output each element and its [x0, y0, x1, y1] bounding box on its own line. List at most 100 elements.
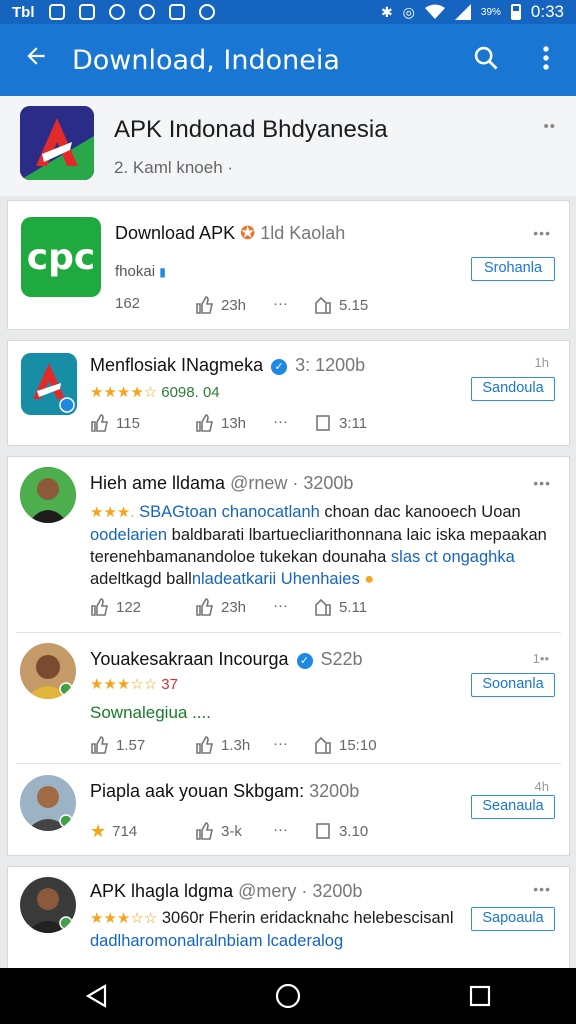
app-bar: Download, Indoneia	[0, 24, 576, 96]
emoji-icon: ●	[364, 570, 375, 588]
edit-notification-icon	[78, 4, 95, 20]
save-action[interactable]: 15:10	[313, 735, 377, 755]
thumbs-up-icon	[196, 414, 213, 432]
nav-recents-button[interactable]	[450, 968, 510, 1024]
location-icon: ◎	[402, 3, 415, 20]
signal-icon	[454, 4, 471, 20]
app-card-download-apk[interactable]: cpc Download APK ✪ 1ld Kaolah ••• fhokai…	[7, 200, 570, 330]
verified-icon: ✓	[271, 359, 288, 375]
header-menu-button[interactable]: ••	[543, 118, 556, 135]
post-time: 4h	[534, 779, 549, 794]
verified-icon: ✓	[296, 653, 313, 669]
notification-icon	[48, 4, 65, 20]
more-action[interactable]: ···	[273, 413, 288, 430]
nav-home-button[interactable]	[258, 968, 318, 1024]
cpc-app-icon: cpc	[21, 217, 101, 297]
more-action[interactable]: ···	[273, 735, 288, 752]
back-button[interactable]	[0, 43, 72, 77]
more-action[interactable]: ···	[273, 821, 288, 838]
apk-logo-icon	[20, 106, 94, 180]
avatar	[20, 877, 76, 933]
post-text: ★★★. SBAGtoan chanocatlanh choan dac kan…	[90, 503, 547, 588]
like-action[interactable]: 1.57	[90, 735, 145, 755]
badge-icon: ✪	[240, 223, 256, 243]
overflow-menu-button[interactable]	[516, 45, 576, 76]
avatar	[20, 775, 76, 831]
like-action[interactable]: ★ 714	[90, 821, 137, 842]
avatar	[20, 467, 76, 523]
card-menu-button[interactable]: •••	[533, 225, 551, 241]
thumbs-up-action[interactable]: 3-k	[195, 821, 242, 841]
media-notification-icon	[198, 4, 215, 20]
thumbs-up-icon	[91, 414, 108, 432]
page-title: APK Indonad Bhdyanesia	[114, 116, 388, 143]
card-actions: 162 23h ··· 5.15	[115, 295, 555, 319]
download-button[interactable]: Srohanla	[471, 257, 555, 281]
home-circle-icon	[275, 983, 301, 1009]
download-button[interactable]: Sapoaula	[471, 907, 555, 931]
status-carrier: Tbl	[12, 3, 35, 21]
save-action[interactable]: 3:11	[313, 413, 367, 433]
divider	[16, 632, 561, 633]
post-meta: @rnew · 3200b	[230, 473, 354, 493]
app-card-title: Download APK ✪ 1ld Kaolah	[115, 223, 346, 243]
download-button[interactable]: Soonanla	[471, 673, 555, 697]
download-button[interactable]: Seanaula	[471, 795, 555, 819]
search-button[interactable]	[456, 44, 516, 77]
apk-app-icon	[21, 353, 77, 415]
thumbs-up-action[interactable]: 13h	[195, 413, 246, 433]
like-action[interactable]: 122	[90, 597, 141, 617]
page-header: APK Indonad Bhdyanesia 2. Kaml knoeh · •…	[0, 96, 576, 196]
likes-count[interactable]: 162	[115, 295, 140, 312]
post-author: Youakesakraan Incourga ✓ S22b	[90, 649, 363, 669]
thumbs-up-action[interactable]: 23h	[195, 295, 246, 315]
thumbs-up-icon-alt	[315, 598, 331, 616]
thumbs-up-action[interactable]: 23h	[195, 597, 246, 617]
download-button[interactable]: Sandoula	[471, 377, 555, 401]
save-action[interactable]: 5.11	[313, 597, 367, 617]
rating-text: 37	[161, 676, 178, 693]
bookmark-icon	[315, 296, 331, 314]
save-action[interactable]: 5.15	[313, 295, 368, 315]
clock: 0:33	[530, 2, 564, 21]
sync-notification-icon-2	[138, 4, 155, 20]
thumbs-up-icon	[91, 598, 108, 616]
post-actions: 122 23h ··· 5.11	[90, 597, 530, 621]
post-actions: 1.57 1.3h ··· 15:10	[90, 735, 530, 759]
post-menu-button[interactable]: •••	[533, 475, 551, 491]
sync-notification-icon	[108, 4, 125, 20]
recents-square-icon	[469, 985, 491, 1007]
battery-percent: 39%	[480, 6, 501, 18]
thumbs-up-icon	[196, 598, 213, 616]
svg-text:cpc: cpc	[27, 237, 95, 278]
thumbs-up-icon	[91, 736, 108, 754]
post-author: APK lhagla ldgma @mery · 3200b	[90, 881, 363, 901]
app-bar-title: Download, Indoneia	[72, 44, 340, 76]
post-card-apk-lhagla[interactable]: APK lhagla ldgma @mery · 3200b ••• ★★★☆☆…	[7, 866, 570, 968]
thumbs-up-action[interactable]: 1.3h	[195, 735, 250, 755]
battery-icon	[510, 4, 521, 20]
star-rating: ★★★☆☆	[90, 910, 158, 927]
app-card-tag: fhokai ▮	[115, 263, 166, 280]
more-action[interactable]: ···	[273, 295, 288, 312]
star-rating: ★★★★☆ 6098. 04	[90, 384, 220, 401]
arrow-back-icon	[27, 47, 45, 65]
save-action[interactable]: 3.10	[313, 821, 368, 841]
post-meta: S22b	[320, 649, 363, 669]
app-card-menflosiak[interactable]: Menflosiak INagmeka ✓ 3: 1200b 1h ★★★★☆ 6…	[7, 340, 570, 446]
post-time: 1••	[532, 651, 549, 666]
wifi-icon	[424, 4, 445, 19]
nav-back-button[interactable]	[66, 968, 126, 1024]
like-action[interactable]: 115	[90, 413, 140, 433]
post-author: Hieh ame lldama @rnew · 3200b	[90, 473, 354, 493]
system-nav-bar	[0, 968, 576, 1024]
bluetooth-icon: ✱	[380, 3, 393, 20]
app-card-title: Menflosiak INagmeka ✓ 3: 1200b	[90, 355, 366, 375]
app-card-meta: 3: 1200b	[295, 355, 366, 375]
search-icon	[474, 46, 498, 69]
post-link-text[interactable]: Sownalegiua ....	[90, 703, 211, 723]
thumbs-up-icon-alt	[315, 736, 331, 754]
more-action[interactable]: ···	[273, 597, 288, 614]
post-menu-button[interactable]: •••	[533, 881, 551, 897]
post-time: 1h	[534, 355, 549, 370]
